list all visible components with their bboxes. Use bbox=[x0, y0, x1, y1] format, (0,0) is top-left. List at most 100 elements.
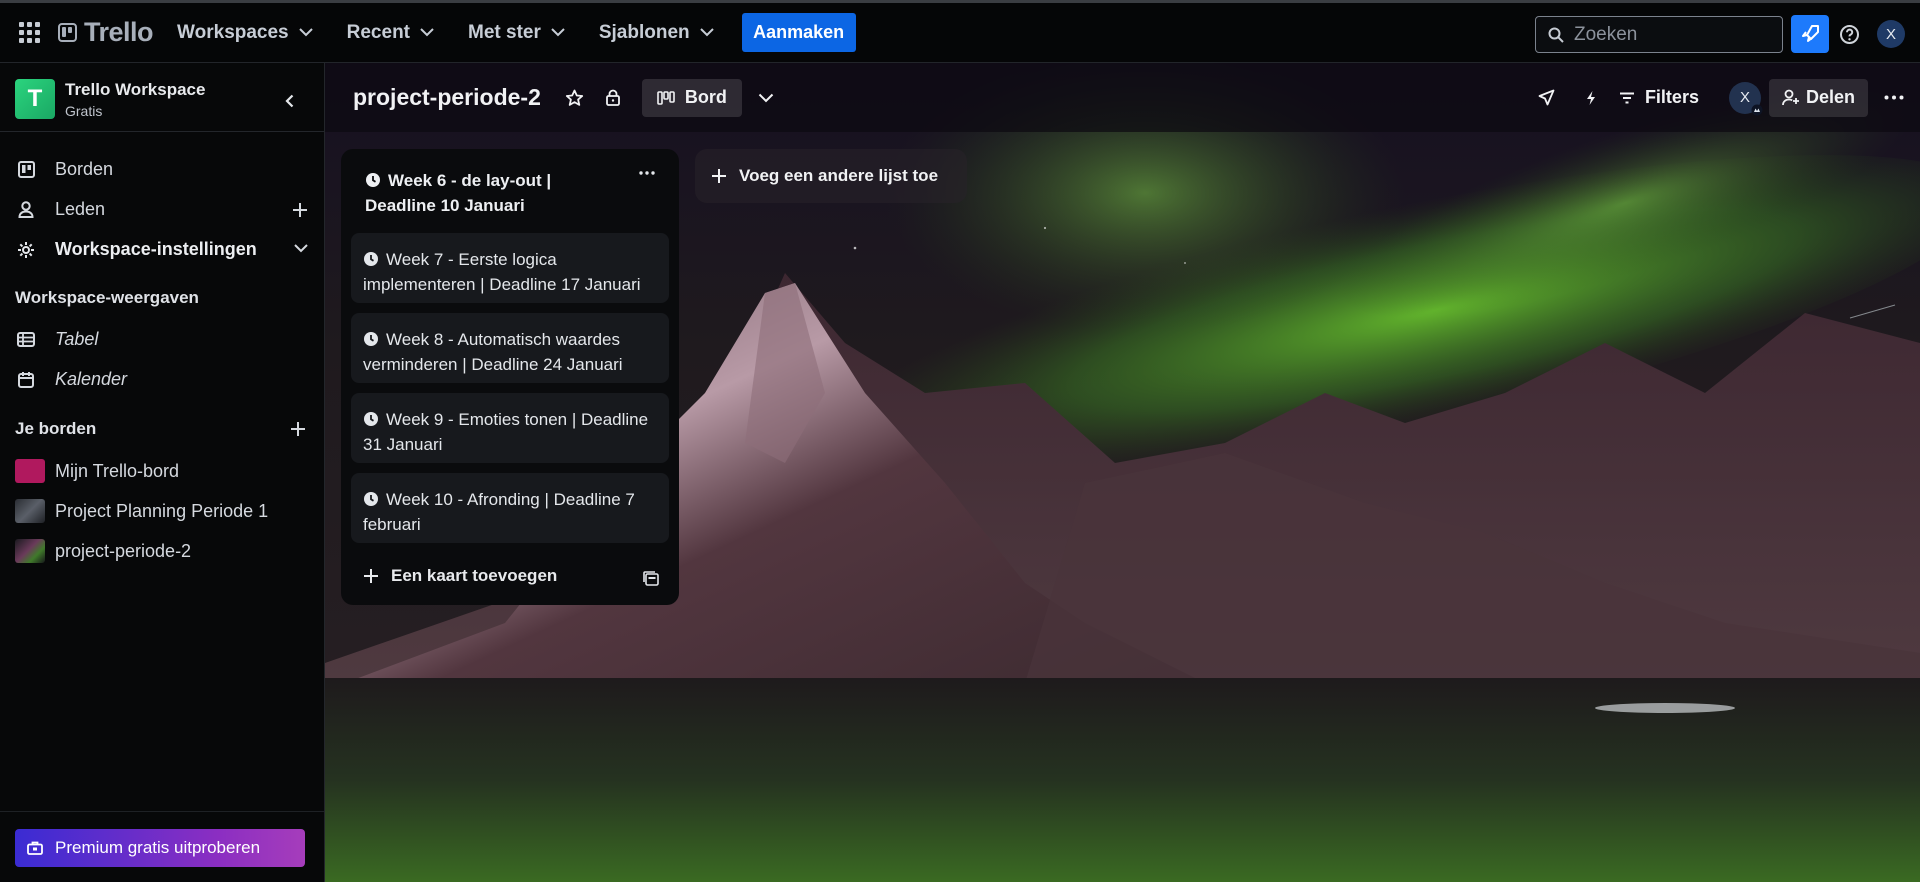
lightning-icon bbox=[1586, 90, 1595, 105]
automation-button[interactable] bbox=[1585, 90, 1597, 106]
sidebar-board-project-planning-periode-1[interactable]: Project Planning Periode 1 bbox=[15, 499, 268, 523]
sidebar-item-label: Kalender bbox=[55, 369, 128, 389]
workspace-name: Trello Workspace bbox=[65, 79, 206, 99]
try-premium-button[interactable]: Premium gratis uitproberen bbox=[15, 829, 305, 867]
collapse-sidebar-button[interactable] bbox=[273, 86, 305, 116]
list-title[interactable]: Week 6 - de lay-out | Deadline 10 Januar… bbox=[365, 168, 625, 218]
sidebar-divider bbox=[0, 811, 324, 812]
premium-label: Premium gratis uitproberen bbox=[55, 838, 261, 857]
board-canvas: project-periode-2 Bord Filters X Delen W… bbox=[325, 63, 1920, 882]
workspace-views-heading: Workspace-weergaven bbox=[15, 288, 199, 307]
workspace-plan: Gratis bbox=[65, 102, 103, 119]
power-ups-button[interactable] bbox=[1538, 89, 1555, 106]
lock-icon bbox=[605, 89, 620, 106]
sidebar-board-label: Mijn Trello-bord bbox=[55, 460, 180, 481]
board-header: project-periode-2 Bord Filters X Delen bbox=[325, 63, 1920, 132]
visibility-button[interactable] bbox=[605, 89, 620, 106]
clock-icon bbox=[364, 412, 378, 426]
table-icon bbox=[17, 332, 35, 347]
share-label: Delen bbox=[1805, 87, 1855, 107]
trello-logo[interactable]: Trello bbox=[58, 17, 154, 48]
sidebar-item-workspace-settings[interactable]: Workspace-instellingen bbox=[15, 239, 257, 260]
nav-templates-label: Sjablonen bbox=[598, 21, 690, 43]
add-list-button[interactable]: Voeg een andere lijst toe bbox=[695, 149, 967, 203]
person-icon bbox=[18, 201, 34, 218]
nav-starred[interactable]: Met ster bbox=[468, 22, 565, 44]
board-menu-button[interactable] bbox=[1884, 95, 1904, 100]
briefcase-icon bbox=[27, 841, 43, 855]
switch-view-button[interactable] bbox=[758, 93, 774, 103]
app-switcher-icon[interactable] bbox=[19, 21, 41, 44]
rocket-outline-icon bbox=[1538, 89, 1555, 106]
add-member-button[interactable] bbox=[292, 202, 308, 218]
search-input[interactable] bbox=[1572, 22, 1766, 47]
search-box[interactable] bbox=[1535, 16, 1783, 53]
more-icon bbox=[639, 171, 655, 175]
filters-button[interactable]: Filters bbox=[1619, 87, 1699, 108]
calendar-icon bbox=[18, 372, 34, 388]
trello-logo-icon bbox=[58, 23, 77, 42]
list-week-6[interactable]: Week 6 - de lay-out | Deadline 10 Januar… bbox=[341, 149, 679, 605]
plus-icon bbox=[712, 169, 726, 183]
create-from-template-button[interactable] bbox=[643, 571, 659, 586]
chevron-down-icon bbox=[551, 28, 565, 37]
card-week-9[interactable]: Week 9 - Emoties tonen | Deadline 31 Jan… bbox=[351, 393, 669, 463]
sidebar-item-label: Leden bbox=[55, 199, 106, 219]
notifications-rocket-button[interactable] bbox=[1791, 15, 1829, 53]
card-week-8[interactable]: Week 8 - Automatisch waardes verminderen… bbox=[351, 313, 669, 383]
sidebar-item-label: Borden bbox=[55, 159, 114, 179]
help-icon bbox=[1840, 25, 1859, 44]
sidebar-item-kalender[interactable]: Kalender bbox=[15, 369, 127, 390]
card-title: Week 10 - Afronding | Deadline 7 februar… bbox=[363, 490, 635, 534]
sidebar-board-mijn-trello-bord[interactable]: Mijn Trello-bord bbox=[15, 459, 179, 483]
chevron-down-icon bbox=[699, 28, 714, 37]
sidebar-item-leden[interactable]: Leden bbox=[15, 199, 105, 220]
sidebar-item-label: Tabel bbox=[55, 329, 99, 349]
your-boards-heading: Je borden bbox=[15, 419, 97, 438]
share-button[interactable]: Delen bbox=[1768, 78, 1868, 117]
top-navigation-bar: Trello Workspaces Recent Met ster Sjablo… bbox=[0, 0, 1920, 63]
template-icon bbox=[643, 571, 659, 586]
board-thumbnail bbox=[15, 459, 45, 483]
list-actions-button[interactable] bbox=[639, 171, 655, 175]
nav-templates[interactable]: Sjablonen bbox=[599, 22, 714, 44]
expand-settings-button[interactable] bbox=[294, 244, 308, 253]
nav-recent[interactable]: Recent bbox=[347, 22, 434, 44]
sidebar-item-tabel[interactable]: Tabel bbox=[15, 329, 98, 350]
nav-workspaces[interactable]: Workspaces bbox=[177, 22, 313, 44]
add-card-button[interactable]: Een kaart toevoegen bbox=[363, 566, 557, 586]
card-title: Week 7 - Eerste logica implementeren | D… bbox=[363, 250, 641, 294]
star-board-button[interactable] bbox=[565, 89, 584, 107]
sidebar-item-borden[interactable]: Borden bbox=[15, 159, 113, 180]
card-week-7[interactable]: Week 7 - Eerste logica implementeren | D… bbox=[351, 233, 669, 303]
list-title-text: Week 6 - de lay-out | Deadline 10 Januar… bbox=[365, 171, 552, 215]
clock-icon bbox=[366, 173, 380, 187]
search-icon bbox=[1548, 27, 1564, 43]
add-person-icon bbox=[1782, 89, 1799, 106]
board-member-initial: X bbox=[1739, 89, 1750, 106]
board-icon bbox=[17, 161, 35, 178]
main-nav: Workspaces Recent Met ster Sjablonen Aan… bbox=[177, 13, 856, 52]
help-button[interactable] bbox=[1839, 24, 1860, 45]
card-week-10[interactable]: Week 10 - Afronding | Deadline 7 februar… bbox=[351, 473, 669, 543]
workspace-header: T Trello Workspace Gratis bbox=[15, 79, 205, 119]
chevron-down-icon bbox=[420, 28, 434, 37]
add-list-label: Voeg een andere lijst toe bbox=[739, 166, 939, 185]
clock-icon bbox=[364, 252, 378, 266]
board-view-button[interactable]: Bord bbox=[641, 78, 742, 117]
board-thumbnail bbox=[15, 499, 45, 523]
clock-icon bbox=[364, 332, 378, 346]
card-title: Week 8 - Automatisch waardes verminderen… bbox=[363, 330, 623, 374]
gear-icon bbox=[18, 241, 34, 258]
board-title[interactable]: project-periode-2 bbox=[353, 84, 541, 111]
sidebar-board-project-periode-2[interactable]: project-periode-2 bbox=[15, 539, 191, 563]
rocket-icon bbox=[1802, 25, 1819, 42]
add-board-button[interactable] bbox=[290, 421, 306, 437]
sidebar-board-label: project-periode-2 bbox=[55, 540, 192, 561]
create-button[interactable]: Aanmaken bbox=[741, 13, 856, 52]
nav-workspaces-label: Workspaces bbox=[177, 21, 289, 43]
sidebar-item-label: Workspace-instellingen bbox=[55, 239, 257, 259]
account-avatar[interactable]: X bbox=[1877, 20, 1905, 48]
board-member-avatar[interactable]: X bbox=[1728, 81, 1763, 115]
trello-logo-text: Trello bbox=[84, 17, 154, 47]
